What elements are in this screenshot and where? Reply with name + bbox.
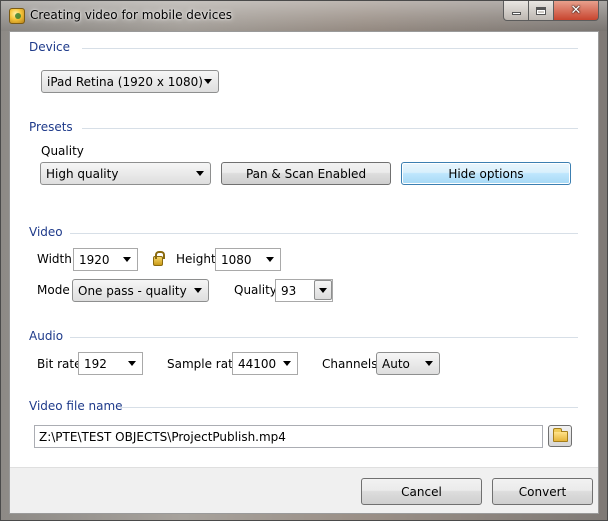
samplerate-value: 44100 — [238, 356, 277, 371]
file-path-input[interactable]: Z:\PTE\TEST OBJECTS\ProjectPublish.mp4 — [34, 425, 543, 448]
height-combobox[interactable]: 1080 — [215, 248, 281, 271]
audio-section-divider — [70, 337, 578, 338]
hide-options-button[interactable]: Hide options — [401, 162, 571, 185]
height-label: Height — [176, 252, 216, 266]
convert-button[interactable]: Convert — [492, 478, 593, 505]
mode-label: Mode — [37, 283, 70, 297]
width-value: 1920 — [79, 252, 110, 267]
title-bar[interactable]: Creating video for mobile devices ✕ — [1, 1, 607, 31]
audio-section-label: Audio — [29, 329, 64, 343]
maximize-icon — [536, 6, 546, 15]
app-icon — [9, 8, 25, 24]
chevron-down-icon — [425, 361, 433, 366]
video-quality-spin-button[interactable] — [314, 280, 332, 300]
width-label: Width — [37, 252, 72, 266]
file-section-divider — [120, 407, 578, 408]
video-quality-label: Quality — [234, 283, 277, 297]
channels-select[interactable]: Auto — [376, 352, 440, 375]
dialog-content: Device iPad Retina (1920 x 1080) Presets… — [9, 31, 599, 514]
video-quality-value: 93 — [281, 283, 297, 298]
channels-select-value: Auto — [382, 356, 410, 371]
device-section-divider — [82, 48, 578, 49]
folder-icon — [553, 428, 568, 442]
browse-folder-button[interactable] — [548, 425, 572, 447]
preset-quality-value: High quality — [46, 166, 119, 181]
close-icon: ✕ — [570, 3, 582, 18]
chevron-down-icon — [266, 257, 274, 262]
bitrate-combobox[interactable]: 192 — [78, 352, 143, 375]
samplerate-combobox[interactable]: 44100 — [232, 352, 298, 375]
presets-section-label: Presets — [29, 120, 73, 134]
chevron-down-icon — [194, 288, 202, 293]
video-section-label: Video — [29, 225, 63, 239]
chevron-down-icon — [319, 288, 327, 293]
maximize-button[interactable] — [528, 1, 554, 21]
presets-section-divider — [82, 128, 578, 129]
device-select[interactable]: iPad Retina (1920 x 1080) — [41, 70, 219, 93]
mode-select[interactable]: One pass - quality — [72, 279, 209, 302]
pan-scan-button[interactable]: Pan & Scan Enabled — [221, 162, 391, 185]
file-section-label: Video file name — [29, 399, 123, 413]
window-title: Creating video for mobile devices — [30, 8, 232, 22]
device-select-value: iPad Retina (1920 x 1080) — [47, 74, 203, 89]
chevron-down-icon — [283, 361, 291, 366]
minimize-button[interactable] — [503, 1, 529, 21]
lock-icon[interactable] — [153, 251, 165, 266]
video-section-divider — [70, 233, 578, 234]
samplerate-label: Sample rate — [167, 357, 241, 371]
device-section-label: Device — [29, 40, 71, 54]
channels-label: Channels — [322, 357, 378, 371]
file-path-value: Z:\PTE\TEST OBJECTS\ProjectPublish.mp4 — [39, 429, 286, 444]
chevron-down-icon — [196, 171, 204, 176]
cancel-button[interactable]: Cancel — [361, 478, 482, 505]
bitrate-label: Bit rate — [37, 357, 82, 371]
minimize-icon — [511, 12, 521, 15]
preset-quality-select[interactable]: High quality — [40, 162, 211, 185]
bitrate-value: 192 — [84, 356, 107, 371]
chevron-down-icon — [204, 79, 212, 84]
preset-quality-label: Quality — [41, 144, 84, 158]
width-combobox[interactable]: 1920 — [73, 248, 138, 271]
dialog-footer: Cancel Convert — [10, 467, 598, 513]
height-value: 1080 — [221, 252, 252, 267]
dialog-window: Creating video for mobile devices ✕ Devi… — [0, 0, 608, 521]
chevron-down-icon — [128, 361, 136, 366]
chevron-down-icon — [123, 257, 131, 262]
close-button[interactable]: ✕ — [553, 1, 599, 21]
mode-select-value: One pass - quality — [78, 283, 187, 298]
